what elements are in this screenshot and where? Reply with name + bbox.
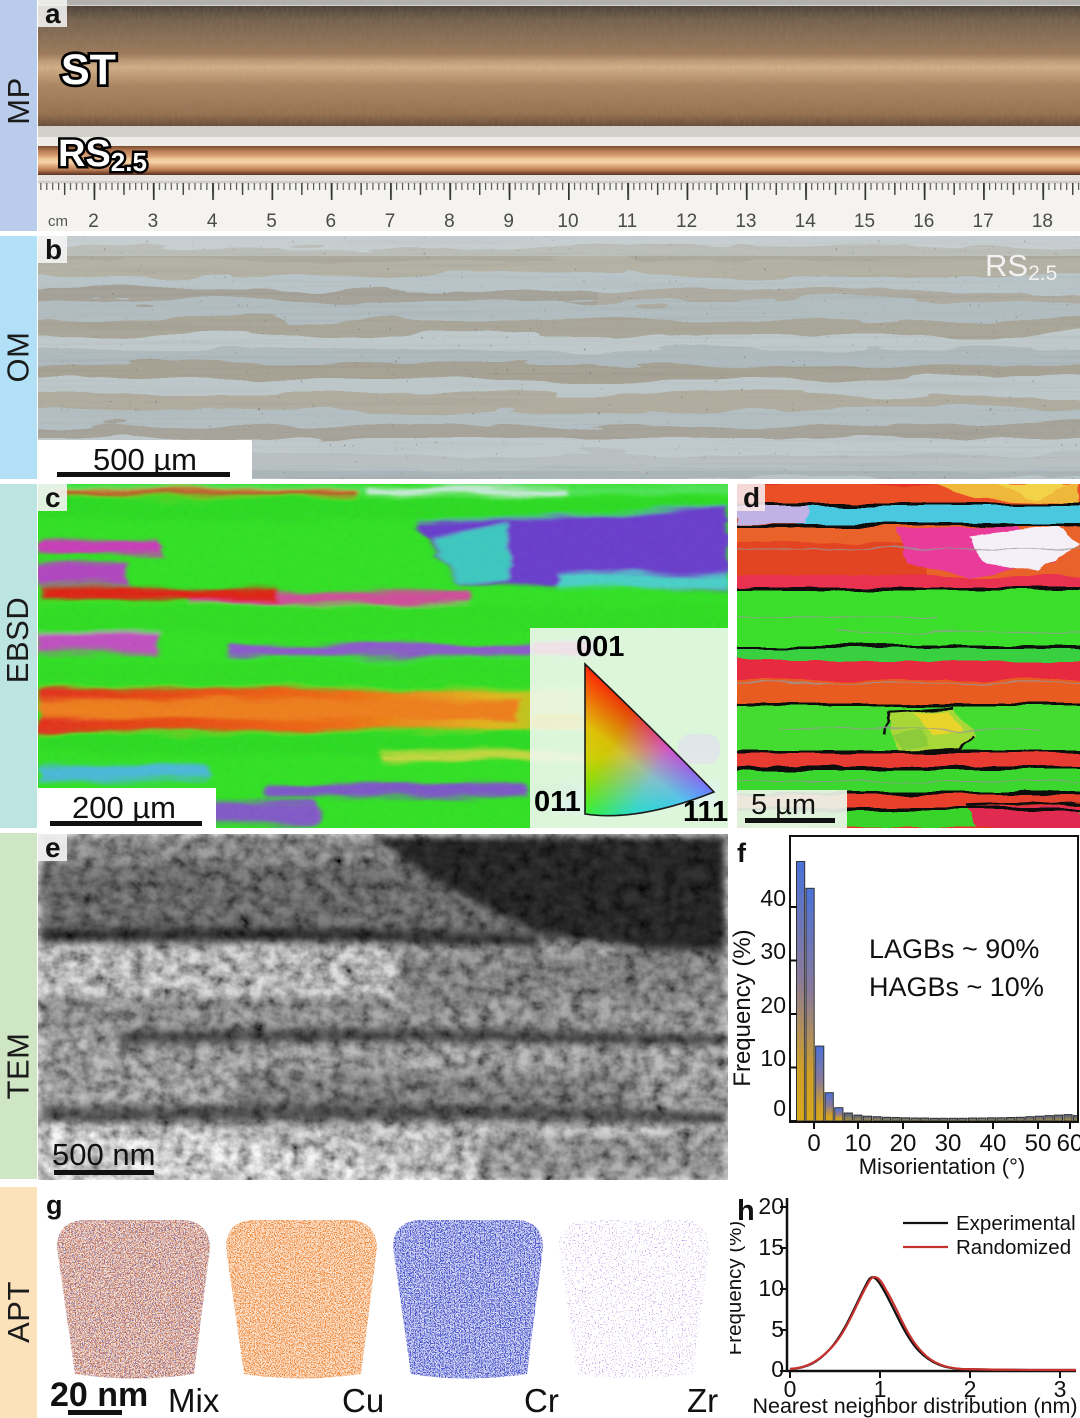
svg-text:a: a <box>45 0 61 29</box>
svg-text:7: 7 <box>385 211 396 231</box>
svg-text:20: 20 <box>760 992 786 1018</box>
svg-text:cm: cm <box>48 213 68 230</box>
svg-text:11: 11 <box>617 211 637 231</box>
svg-text:Mix: Mix <box>168 1382 220 1418</box>
svg-text:ST: ST <box>61 46 116 94</box>
svg-text:16: 16 <box>913 211 934 231</box>
svg-text:Cu: Cu <box>342 1382 384 1418</box>
svg-text:Zr: Zr <box>687 1382 718 1418</box>
svg-text:200 µm: 200 µm <box>72 790 176 825</box>
svg-text:20 nm: 20 nm <box>50 1376 148 1414</box>
svg-text:50: 50 <box>1025 1130 1052 1157</box>
svg-text:6: 6 <box>326 211 337 231</box>
svg-text:40: 40 <box>980 1130 1007 1157</box>
svg-text:30: 30 <box>760 938 786 964</box>
svg-text:0: 0 <box>773 1095 786 1121</box>
svg-text:500 µm: 500 µm <box>93 442 197 477</box>
svg-text:Frequency (%): Frequency (%) <box>730 929 756 1086</box>
svg-text:60: 60 <box>1057 1130 1080 1157</box>
svg-text:14: 14 <box>795 211 817 231</box>
svg-text:LAGBs ~ 90%: LAGBs ~ 90% <box>869 934 1039 964</box>
svg-text:17: 17 <box>973 211 994 231</box>
svg-text:0: 0 <box>807 1130 820 1157</box>
svg-text:10: 10 <box>557 211 578 231</box>
svg-text:HAGBs ~ 10%: HAGBs ~ 10% <box>869 972 1044 1002</box>
svg-text:5: 5 <box>771 1316 784 1342</box>
svg-text:5 µm: 5 µm <box>751 789 816 821</box>
svg-text:20: 20 <box>890 1130 917 1157</box>
svg-text:15: 15 <box>758 1234 784 1260</box>
svg-text:9: 9 <box>503 211 514 231</box>
svg-text:Misorientation (°): Misorientation (°) <box>859 1154 1026 1179</box>
svg-text:500 nm: 500 nm <box>52 1137 155 1172</box>
svg-text:g: g <box>46 1190 63 1220</box>
svg-text:0: 0 <box>771 1356 784 1382</box>
svg-text:15: 15 <box>854 211 875 231</box>
svg-text:c: c <box>45 484 61 513</box>
svg-text:8: 8 <box>444 211 455 231</box>
svg-text:Frequency (%): Frequency (%) <box>730 1221 746 1355</box>
svg-text:40: 40 <box>760 885 786 911</box>
svg-text:Experimental: Experimental <box>956 1212 1076 1235</box>
svg-text:d: d <box>743 484 760 513</box>
svg-text:Cr: Cr <box>524 1382 559 1418</box>
svg-text:h: h <box>737 1195 755 1227</box>
svg-text:12: 12 <box>676 211 697 231</box>
svg-text:10: 10 <box>760 1045 786 1071</box>
svg-text:e: e <box>45 834 61 863</box>
svg-text:18: 18 <box>1032 211 1053 231</box>
svg-text:2: 2 <box>88 211 99 231</box>
svg-text:011: 011 <box>534 786 581 818</box>
svg-text:10: 10 <box>758 1275 784 1301</box>
svg-text:10: 10 <box>845 1130 872 1157</box>
svg-text:4: 4 <box>207 211 218 231</box>
svg-text:13: 13 <box>735 211 756 231</box>
svg-text:20: 20 <box>758 1193 784 1219</box>
svg-text:3: 3 <box>148 211 159 231</box>
svg-text:b: b <box>45 236 62 265</box>
svg-text:Randomized: Randomized <box>956 1236 1071 1259</box>
svg-text:001: 001 <box>576 631 624 663</box>
svg-text:30: 30 <box>935 1130 962 1157</box>
svg-text:f: f <box>737 838 747 868</box>
svg-text:Nearest neighbor distribution: Nearest neighbor distribution (nm) <box>752 1394 1077 1418</box>
svg-text:111: 111 <box>683 796 728 828</box>
svg-text:5: 5 <box>266 211 277 231</box>
